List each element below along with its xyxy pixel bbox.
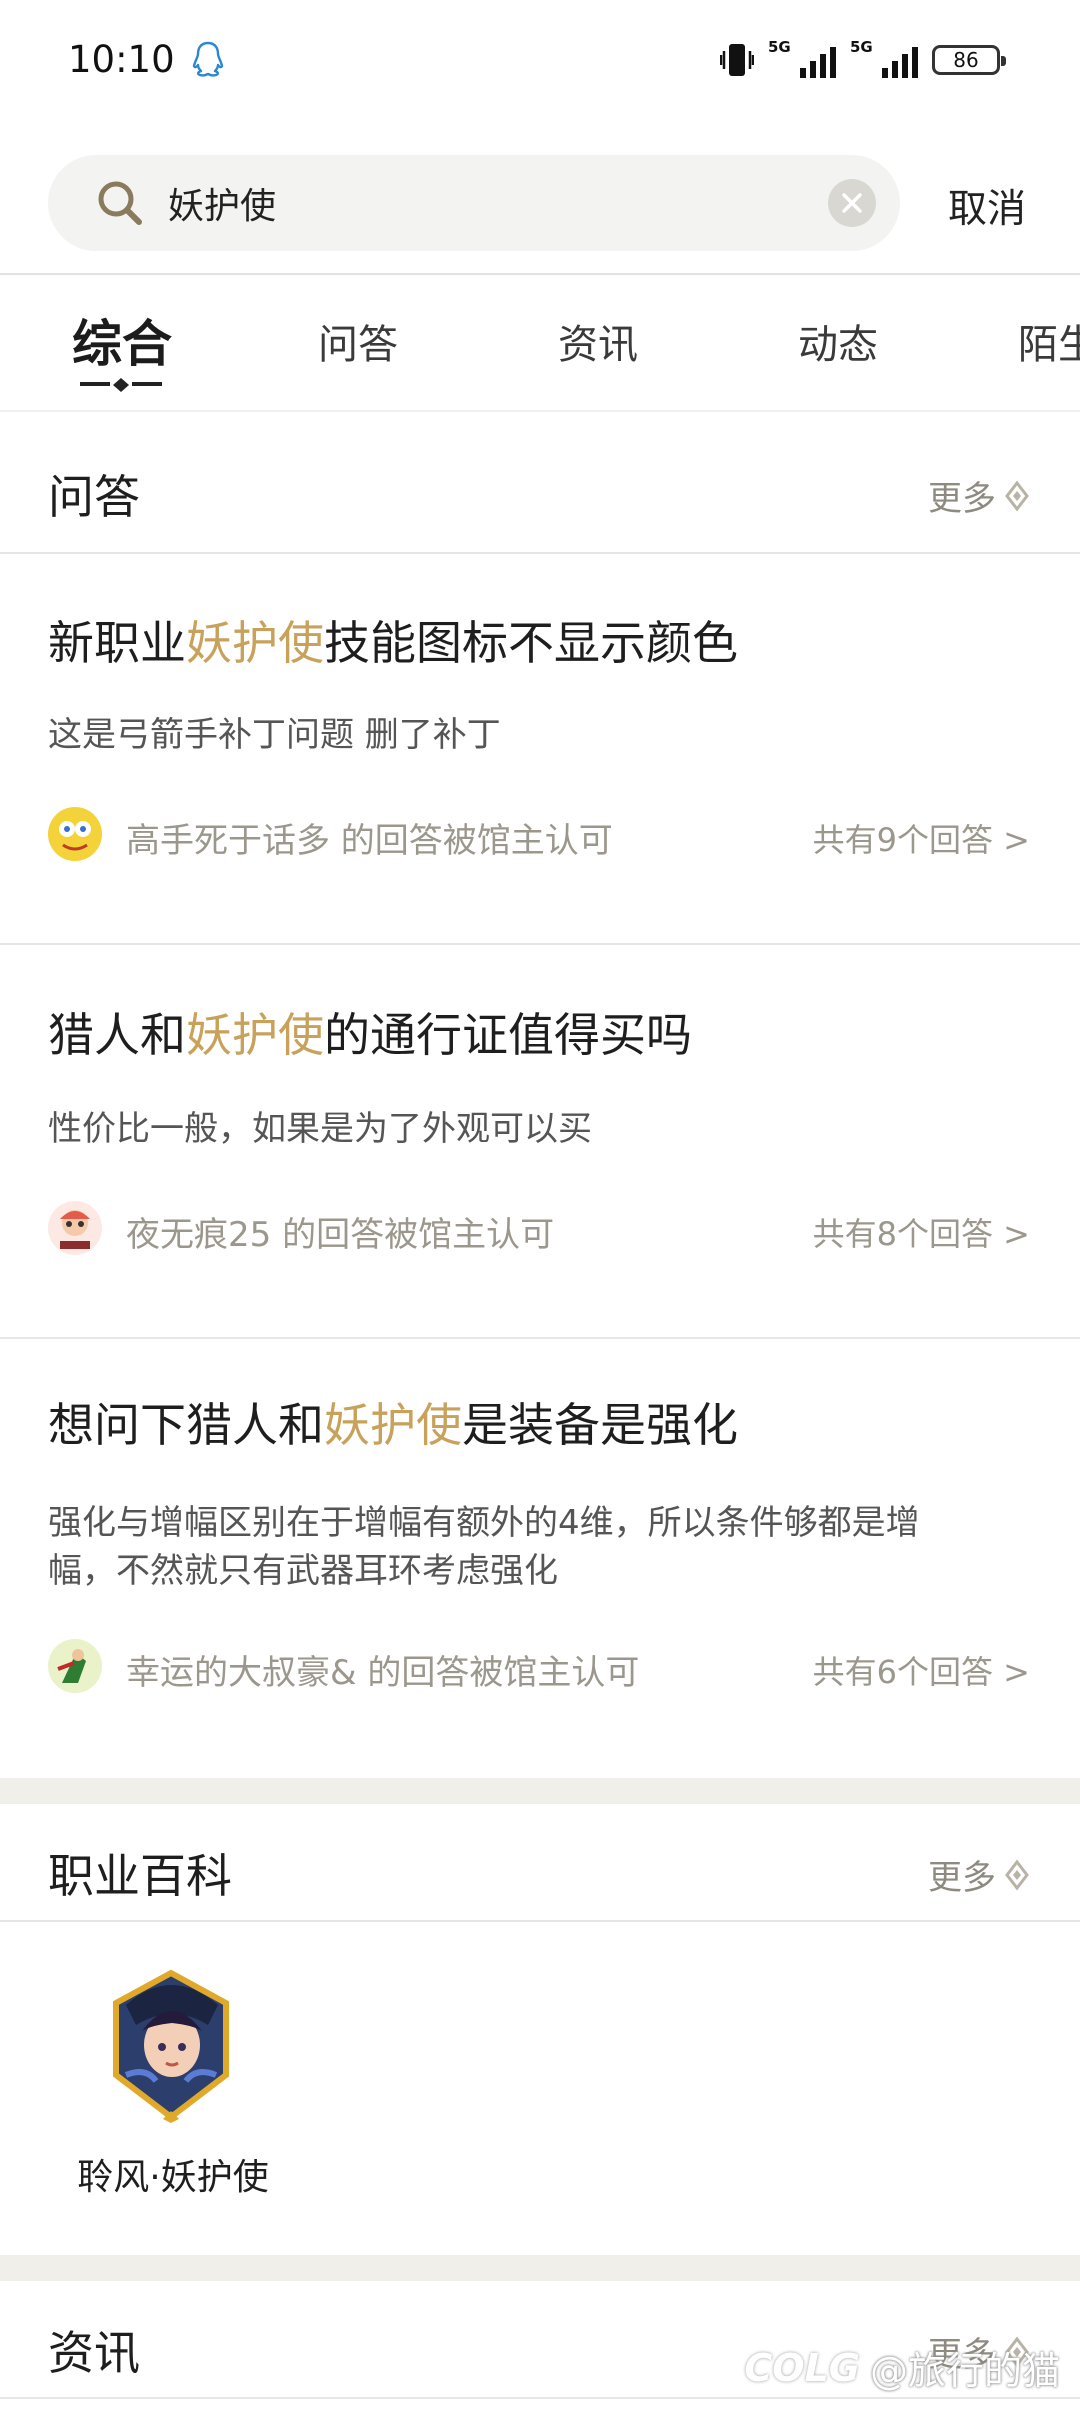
accepted-answer-user[interactable]: 高手死于话多 的回答被馆主认可 (126, 813, 613, 862)
section-title: 资讯 (48, 2326, 140, 2380)
qa-item[interactable]: 猎人和妖护使的通行证值得买吗 性价比一般，如果是为了外观可以买 夜无痕25 的回… (0, 945, 1080, 1337)
tab-news[interactable]: 资讯 (558, 312, 638, 370)
qa-item[interactable]: 想问下猎人和妖护使是装备是强化 强化与增幅区别在于增幅有额外的4维，所以条件够都… (0, 1339, 1080, 1779)
section-title: 职业百科 (48, 1849, 232, 1903)
watermark: COLG @旅行的猫 (744, 2340, 1060, 2395)
answer-text: 这是弓箭手补丁问题 删了补丁 (48, 715, 501, 755)
divider (0, 1920, 1080, 1922)
avatar[interactable] (48, 1639, 102, 1693)
close-icon (842, 193, 862, 213)
avatar[interactable] (48, 1201, 102, 1255)
answer-text: 性价比一般，如果是为了外观可以买 (48, 1109, 592, 1149)
active-tab-indicator (80, 378, 162, 392)
answer-count-link[interactable]: 共有8个回答 > (813, 1209, 1030, 1255)
battery-level: 86 (953, 48, 979, 72)
status-time: 10:10 (68, 38, 175, 81)
answer-count-link[interactable]: 共有6个回答 > (813, 1647, 1030, 1693)
section-separator (0, 2255, 1080, 2281)
divider (0, 2397, 1080, 2399)
qa-item[interactable]: 新职业妖护使技能图标不显示颜色 这是弓箭手补丁问题 删了补丁 高手死于话多 的回… (0, 555, 1080, 943)
watermark-logo: COLG (744, 2345, 860, 2390)
divider (0, 273, 1080, 275)
clear-search-button[interactable] (828, 179, 876, 227)
search-icon (98, 181, 142, 225)
section-separator (0, 1778, 1080, 1804)
cancel-button[interactable]: 取消 (948, 178, 1026, 234)
status-bar: 10:10 5G 5G 86 (0, 0, 1080, 125)
status-icons: 5G 5G 86 (720, 38, 1006, 80)
qa-more-button[interactable]: 更多 (928, 471, 1030, 520)
tab-qa[interactable]: 问答 (318, 312, 398, 370)
tab-feed[interactable]: 动态 (798, 312, 878, 370)
tab-bar: 综合 问答 资讯 动态 陌生 (0, 290, 1080, 410)
encyclopedia-section-header: 职业百科 更多 (0, 1804, 1080, 1922)
answer-text: 强化与增幅区别在于增幅有额外的4维，所以条件够都是增幅，不然就只有武器耳环考虑强… (48, 1503, 920, 1591)
accepted-answer-user[interactable]: 夜无痕25 的回答被馆主认可 (126, 1207, 554, 1256)
section-title: 问答 (48, 470, 140, 524)
qq-icon (192, 41, 224, 77)
divider (0, 552, 1080, 554)
more-label: 更多 (928, 479, 996, 519)
more-label: 更多 (928, 1858, 996, 1898)
watermark-text: @旅行的猫 (869, 2349, 1060, 2393)
question-title: 猎人和妖护使的通行证值得买吗 (48, 1008, 692, 1062)
avatar[interactable] (48, 807, 102, 861)
accepted-answer-user[interactable]: 幸运的大叔豪& 的回答被馆主认可 (126, 1645, 639, 1694)
answer-count-link[interactable]: 共有9个回答 > (813, 815, 1030, 861)
search-bar[interactable] (48, 155, 900, 251)
question-title: 新职业妖护使技能图标不显示颜色 (48, 616, 738, 670)
battery-icon: 86 (932, 45, 1006, 75)
diamond-arrow-icon (1005, 480, 1029, 511)
divider (0, 410, 1080, 412)
tab-all[interactable]: 综合 (72, 304, 172, 376)
vibrate-icon (720, 44, 754, 76)
question-title: 想问下猎人和妖护使是装备是强化 (48, 1398, 738, 1452)
tab-strangers[interactable]: 陌生 (1018, 312, 1080, 370)
hero-name[interactable]: 聆风·妖护使 (48, 2148, 298, 2200)
encyclopedia-more-button[interactable]: 更多 (928, 1850, 1030, 1899)
hero-portrait[interactable] (86, 1965, 256, 2125)
diamond-arrow-icon (1005, 1859, 1029, 1890)
search-input[interactable] (168, 173, 768, 233)
signal-icon: 5G (768, 38, 836, 78)
qa-section-header: 问答 更多 (0, 425, 1080, 543)
signal-icon: 5G (850, 38, 918, 78)
